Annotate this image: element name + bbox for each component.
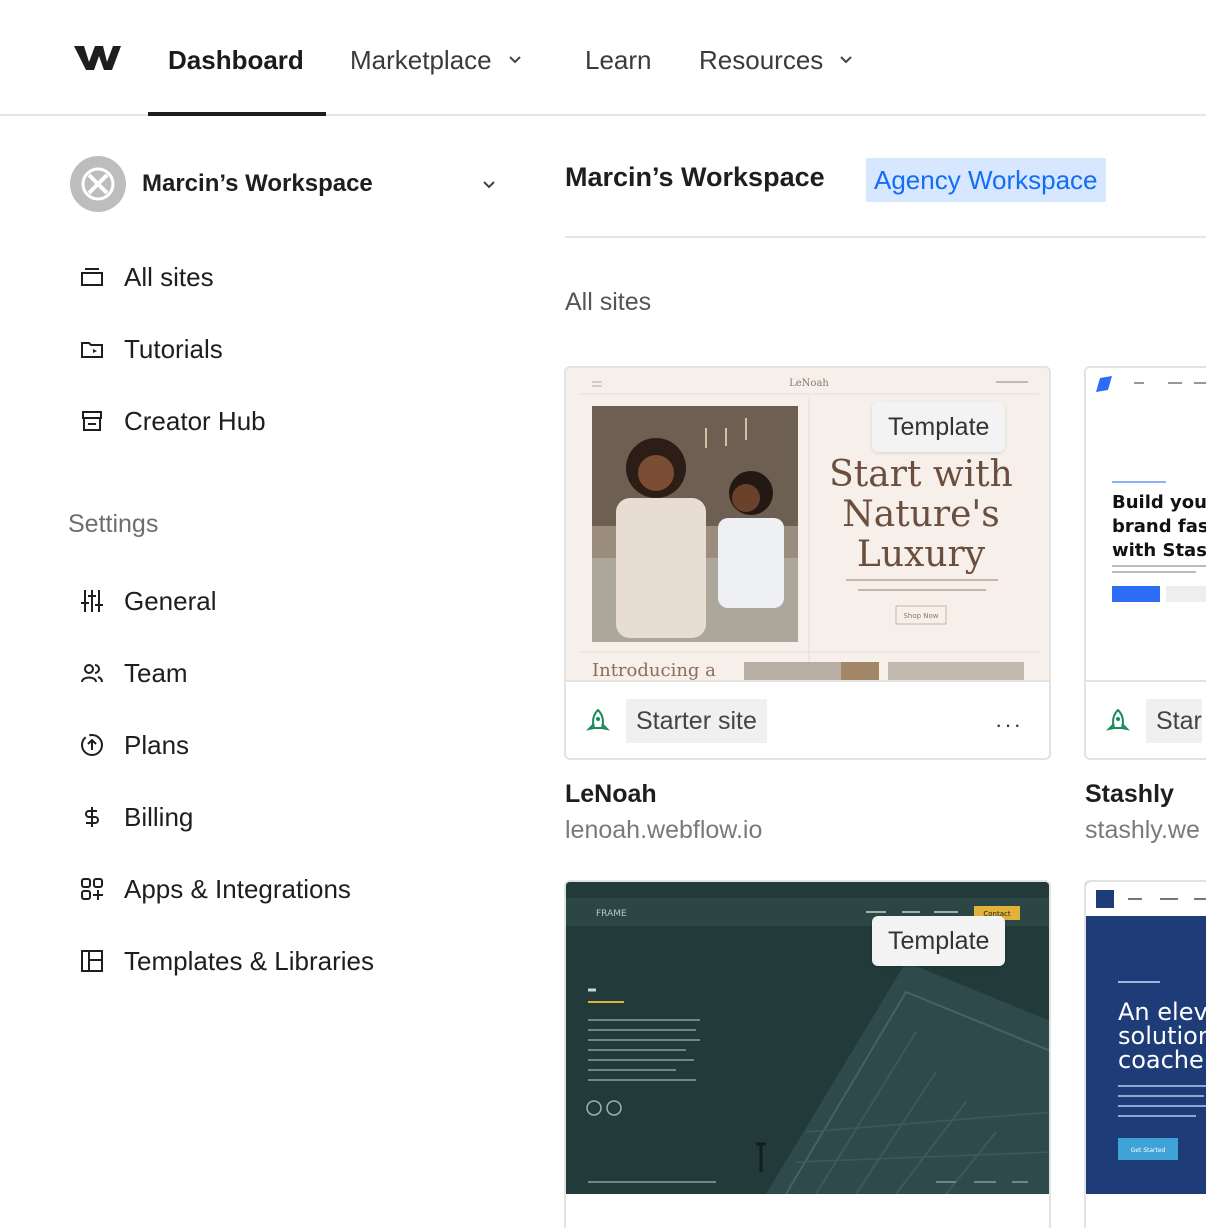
sidebar-item-apps-integrations[interactable]: Apps & Integrations	[78, 869, 351, 909]
preview-headline-3: coache	[1118, 1046, 1204, 1074]
sidebar-item-templates-libraries[interactable]: Templates & Libraries	[78, 941, 374, 981]
chevron-down-icon	[483, 181, 495, 189]
workspace-title: Marcin’s Workspace	[565, 162, 825, 192]
workspace-avatar	[70, 156, 126, 212]
team-icon	[78, 659, 106, 687]
settings-heading: Settings	[68, 510, 159, 538]
more-options-button[interactable]: ···	[995, 712, 1023, 738]
store-icon	[78, 407, 106, 435]
chevron-down-icon	[508, 56, 521, 64]
site-url[interactable]: stashly.we	[1085, 816, 1206, 845]
site-name[interactable]: Stashly	[1085, 780, 1174, 809]
sidebar-item-billing[interactable]: Billing	[78, 797, 193, 837]
sidebar-item-label: Billing	[124, 801, 194, 832]
sidebar-item-label: All sites	[124, 261, 214, 292]
nav-marketplace-label: Marketplace	[350, 44, 492, 75]
preview-headline-3: Luxury	[857, 534, 986, 575]
sidebar-item-label: Templates & Libraries	[124, 945, 374, 976]
preview-headline-1: Build your	[1112, 492, 1206, 513]
nav-learn-label: Learn	[585, 44, 652, 75]
dollar-icon	[78, 803, 106, 831]
sidebar-item-label: General	[124, 585, 217, 616]
plan-badge: Star	[1146, 699, 1202, 743]
nav-dashboard-label: Dashboard	[168, 44, 304, 75]
preview-headline-2: brand fast	[1112, 516, 1206, 537]
section-label: All sites	[565, 288, 652, 316]
preview-headline-3: with Stash	[1112, 540, 1206, 561]
workspace-name: Marcin’s Workspace	[142, 170, 373, 197]
active-tab-indicator	[148, 112, 326, 116]
site-thumbnail: An elev solution coache Get Started	[1086, 882, 1206, 1194]
plan-badge: Starter site	[626, 699, 767, 743]
sidebar-item-label: Plans	[124, 729, 190, 760]
chevron-down-icon	[840, 56, 852, 64]
nav-dashboard[interactable]: Dashboard	[168, 40, 304, 80]
sidebar-item-all-sites[interactable]: All sites	[78, 257, 214, 297]
templates-icon	[78, 947, 106, 975]
preview-brand: FRAME	[596, 909, 627, 919]
site-card-frame[interactable]: FRAME Contact Template	[564, 880, 1051, 1228]
sidebar-item-label: Team	[124, 657, 188, 688]
site-thumbnail: LeNoah Start with Nature's Luxury Shop N…	[566, 368, 1049, 680]
workspace-type-badge: Agency Workspace	[866, 158, 1106, 202]
site-card-footer: Star	[1086, 680, 1206, 758]
preview-teaser: Introducing a	[592, 660, 716, 680]
workspace-switcher[interactable]: Marcin’s Workspace	[70, 156, 510, 212]
template-badge: Template	[872, 916, 1006, 966]
sidebar-item-tutorials[interactable]: Tutorials	[78, 329, 223, 369]
site-card-lenoah[interactable]: LeNoah Start with Nature's Luxury Shop N…	[564, 366, 1051, 760]
nav-resources[interactable]: Resources	[699, 40, 853, 80]
site-thumbnail: Build your brand fast with Stash	[1086, 368, 1206, 680]
stashly-preview-image: Build your brand fast with Stash	[1086, 368, 1206, 680]
site-card-stashly[interactable]: Build your brand fast with Stash Star	[1084, 366, 1206, 760]
site-name[interactable]: LeNoah	[565, 780, 657, 809]
preview-brand: LeNoah	[789, 378, 829, 389]
top-navigation: Dashboard Marketplace Learn Resources	[0, 0, 1206, 116]
sites-icon	[78, 263, 106, 291]
sidebar-item-team[interactable]: Team	[78, 653, 188, 693]
sidebar-item-label: Creator Hub	[124, 405, 266, 436]
sidebar-item-general[interactable]: General	[78, 581, 217, 621]
sliders-icon	[78, 587, 106, 615]
site-thumbnail: FRAME Contact Template	[566, 882, 1049, 1194]
site-url[interactable]: lenoah.webflow.io	[565, 816, 762, 845]
nav-marketplace[interactable]: Marketplace	[350, 40, 522, 80]
preview-cta: Get Started	[1131, 1147, 1166, 1154]
template-badge: Template	[872, 402, 1006, 452]
nav-resources-label: Resources	[699, 44, 824, 75]
apps-icon	[78, 875, 106, 903]
preview-headline-2: Nature's	[842, 494, 1000, 535]
sidebar-item-creator-hub[interactable]: Creator Hub	[78, 401, 266, 441]
site-card-footer: Starter site ···	[566, 680, 1049, 758]
site-card-coach[interactable]: An elev solution coache Get Started	[1084, 880, 1206, 1228]
divider	[565, 236, 1206, 238]
workspace-avatar-icon	[81, 167, 115, 201]
plans-icon	[78, 731, 106, 759]
rocket-icon	[585, 708, 611, 731]
nav-learn[interactable]: Learn	[585, 40, 652, 80]
rocket-icon	[1105, 708, 1131, 731]
preview-cta: Shop Now	[903, 612, 938, 620]
webflow-logo-icon[interactable]	[72, 40, 122, 76]
preview-headline-1: Start with	[829, 454, 1013, 495]
sidebar-item-label: Tutorials	[124, 333, 223, 364]
coach-preview-image: An elev solution coache Get Started	[1086, 882, 1206, 1194]
tutorials-icon	[78, 335, 106, 363]
sidebar-item-plans[interactable]: Plans	[78, 725, 189, 765]
sidebar-item-label: Apps & Integrations	[124, 873, 351, 904]
